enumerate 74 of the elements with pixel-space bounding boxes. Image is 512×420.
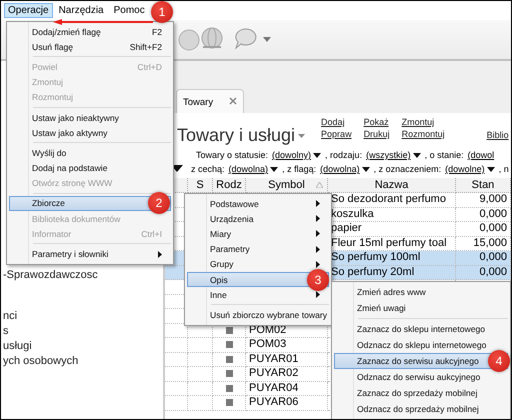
menu-item[interactable]: Odznacz do sklepu internetowego	[334, 337, 508, 353]
action-link[interactable]: Pokaż	[364, 117, 390, 127]
dropdown-arrow-icon	[270, 166, 278, 172]
filter-label: , o stanie:	[424, 149, 464, 162]
filter-label: , z oznaczeniem:	[374, 163, 442, 176]
filter-label: Towary o statusie:	[196, 149, 268, 162]
menu-item[interactable]: Odznacz do serwisu aukcyjnego	[334, 369, 508, 385]
menu-item[interactable]: Zmień adres www	[334, 284, 508, 300]
dropdown-arrow-icon	[412, 152, 421, 158]
menu-item[interactable]: Urządzenia	[187, 211, 329, 226]
menu-item[interactable]: Grupy	[187, 256, 329, 272]
filter-label: , rodzaju:	[325, 149, 362, 162]
submenu-arrow-icon	[158, 250, 162, 258]
filter-dropdown[interactable]: (dowol	[468, 148, 494, 162]
sidebar-item[interactable]: ych osobowych	[1, 354, 78, 369]
tab[interactable]: Towary	[176, 89, 244, 113]
sidebar-item[interactable]: -Sprawozdawczosc	[1, 268, 98, 283]
sort-arrow-icon	[316, 182, 323, 188]
dropdown-arrow-icon	[362, 166, 370, 172]
table-cell: PUYAR02	[246, 367, 328, 382]
action-link[interactable]: Zmontuj	[402, 117, 445, 127]
table-cell: PUYAR04	[246, 382, 328, 396]
submenu-arrow-icon	[316, 291, 320, 298]
dropdown-arrow-icon	[313, 152, 322, 158]
filter-dropdown[interactable]: (dowolna)	[228, 162, 278, 176]
table-cell: 0,000	[456, 266, 511, 280]
menu-bar-item[interactable]: Narzędzia	[54, 3, 108, 18]
menu-item[interactable]: Parametry	[187, 242, 329, 257]
menu-item[interactable]: Podstawowe	[187, 196, 329, 212]
menu-item[interactable]: Zmień uwagi	[334, 300, 508, 316]
table-cell: 9,000	[456, 193, 511, 208]
table-cell: PUYAR06	[246, 396, 328, 410]
action-link[interactable]: Popraw	[321, 129, 352, 139]
menu-item[interactable]: Usuń flagę Shift+F2	[9, 39, 171, 54]
toolbar-round-icon[interactable]	[177, 28, 201, 52]
page-heading[interactable]: Towary i usługi	[177, 125, 296, 146]
menu-item[interactable]: Dodaj/zmień flagę F2	[9, 24, 171, 40]
column-header[interactable]: Nazwa	[328, 178, 456, 193]
menu-item[interactable]: Ustaw jako aktywny	[9, 125, 171, 140]
table-cell: PUYAR01	[246, 352, 328, 367]
filter-dropdown[interactable]: (wszystkie)	[366, 148, 421, 162]
column-header[interactable]: Stan	[456, 178, 511, 193]
menu-item[interactable]: Wyślij do	[9, 145, 171, 160]
filter-label: , z flagą:	[282, 163, 316, 176]
filter-dropdown[interactable]: (dowolny)	[272, 148, 322, 162]
filter-dropdown[interactable]: (dowolne)	[445, 162, 495, 176]
sidebar-item[interactable]: s	[1, 324, 8, 339]
action-link[interactable]: Drukuj	[364, 129, 390, 139]
menu-item[interactable]: Ustaw jako nieaktywny	[9, 110, 171, 126]
action-link[interactable]: Biblio	[486, 130, 509, 140]
menu-bar-item[interactable]: Pomoc	[110, 3, 149, 18]
help-bubble-icon[interactable]	[233, 27, 259, 51]
caret-icon[interactable]	[263, 37, 271, 42]
caret-icon[interactable]	[298, 134, 306, 138]
close-icon[interactable]	[229, 97, 238, 105]
filter-dropdown[interactable]: (dowolna)	[320, 162, 370, 176]
filter-label: z cechą:	[191, 163, 225, 176]
menu-item[interactable]: Zaznacz do sklepu internetowego	[334, 321, 508, 337]
action-link[interactable]: Dodaj	[321, 117, 352, 127]
dropdown-arrow-icon	[486, 166, 495, 172]
filter-label: , n	[498, 163, 509, 176]
table-cell: POM03	[246, 338, 328, 352]
table-cell: 0,000	[456, 222, 511, 236]
menu-item[interactable]: Parametry i słowniki	[9, 246, 171, 262]
menu-item[interactable]: Zaznacz do sprzedaży mobilnej	[334, 385, 508, 401]
table-cell: 0,000	[456, 208, 511, 222]
action-link[interactable]: Rozmontuj	[402, 129, 445, 139]
sidebar-item[interactable]: nci	[1, 309, 18, 324]
menu-bar-item[interactable]: Operacje	[4, 3, 53, 18]
menu-item[interactable]: Dodaj na podstawie	[9, 160, 171, 176]
menu-item[interactable]: Miary	[187, 226, 329, 242]
sidebar-item[interactable]: usługi	[1, 339, 32, 354]
menu-item[interactable]: Odznacz do sprzedaży mobilnej	[334, 401, 508, 417]
menu-item[interactable]: Usuń zbiorczo wybrane towary	[187, 307, 329, 322]
